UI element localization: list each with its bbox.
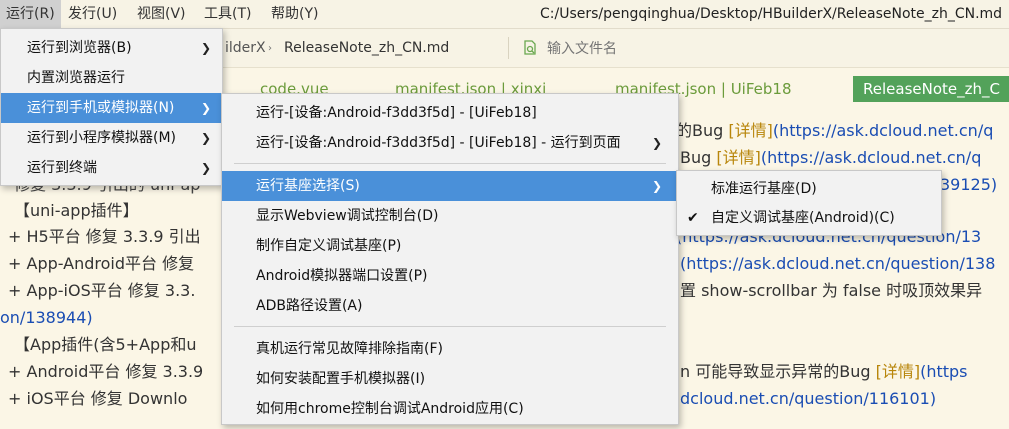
content-line-8: on/138944) (0, 308, 93, 327)
menu-item-troubleshoot-guide[interactable]: 真机运行常见故障排除指南(F) (222, 334, 678, 364)
menu-item-custom-debug-base[interactable]: ✔ 自定义调试基座(Android)(C) (677, 203, 941, 233)
breadcrumb-project[interactable]: ilderX (225, 29, 266, 67)
content-line-11-link: dcloud.net.cn/question/116101) (680, 389, 937, 408)
content-line-1: 的Bug [详情](https://ask.dcloud.net.cn/q (676, 121, 994, 140)
menu-bar: 运行(R) 发行(U) 视图(V) 工具(T) 帮助(Y) C:/Users/p… (0, 0, 1009, 29)
menu-item-run-device[interactable]: 运行到手机或模拟器(N) ❯ (1, 93, 222, 123)
device-submenu: 运行-[设备:Android-f3dd3f5d] - [UiFeb18] 运行-… (221, 93, 679, 425)
base-select-submenu: 标准运行基座(D) ✔ 自定义调试基座(Android)(C) (676, 170, 942, 236)
chevron-right-icon: ❯ (201, 41, 212, 55)
tab-releasenote[interactable]: ReleaseNote_zh_C (853, 76, 1009, 102)
menu-item-base-select[interactable]: 运行基座选择(S) ❯ (222, 171, 678, 201)
content-line-4: 【uni-app插件】 (14, 201, 139, 220)
chevron-right-icon: ❯ (201, 131, 212, 145)
content-line-2: Bug [详情](https://ask.dcloud.net.cn/q (680, 148, 982, 167)
menu-run[interactable]: 运行(R) (0, 0, 61, 28)
chevron-right-icon: ❯ (652, 136, 663, 150)
content-line-6-link: (https://ask.dcloud.net.cn/question/138 (680, 254, 996, 273)
content-line-11: + iOS平台 修复 Downlo (8, 389, 188, 408)
file-search-input[interactable] (545, 36, 849, 62)
menu-separator (234, 326, 666, 327)
menu-item-chrome-debug-guide[interactable]: 如何用chrome控制台调试Android应用(C) (222, 394, 678, 424)
content-line-7-tail: 置 show-scrollbar 为 false 时吸顶效果异 (680, 281, 983, 300)
chevron-right-icon: ❯ (201, 161, 212, 175)
breadcrumb-file[interactable]: ReleaseNote_zh_CN.md (284, 29, 449, 67)
chevron-right-icon: ❯ (201, 101, 212, 115)
menu-item-webview-console[interactable]: 显示Webview调试控制台(D) (222, 201, 678, 231)
chevron-right-icon: › (268, 43, 272, 54)
content-line-9: 【App插件(含5+App和u (14, 335, 197, 354)
file-search-icon (524, 40, 536, 55)
menu-item-emulator-install-guide[interactable]: 如何安装配置手机模拟器(I) (222, 364, 678, 394)
content-line-10-tail: n 可能导致显示异常的Bug [详情](https (680, 362, 968, 381)
menu-item-run-device-app[interactable]: 运行-[设备:Android-f3dd3f5d] - [UiFeb18] (222, 98, 678, 128)
content-line-7: + App-iOS平台 修复 3.3. (8, 281, 196, 300)
content-line-5: + H5平台 修复 3.3.9 引出 (8, 227, 201, 246)
menu-item-make-custom-base[interactable]: 制作自定义调试基座(P) (222, 231, 678, 261)
content-line-6: + App-Android平台 修复 (8, 254, 195, 273)
file-path-title: C:/Users/pengqinghua/Desktop/HBuilderX/R… (540, 6, 1003, 22)
menu-publish[interactable]: 发行(U) (62, 0, 123, 28)
menu-help[interactable]: 帮助(Y) (265, 0, 324, 28)
menu-item-emulator-port[interactable]: Android模拟器端口设置(P) (222, 261, 678, 291)
menu-item-builtin-browser[interactable]: 内置浏览器运行 (1, 63, 222, 93)
content-line-10: + Android平台 修复 3.3.9 (8, 362, 204, 381)
menu-item-run-device-page[interactable]: 运行-[设备:Android-f3dd3f5d] - [UiFeb18] - 运… (222, 128, 678, 158)
checkmark-icon: ✔ (687, 210, 699, 226)
menu-item-run-miniprogram[interactable]: 运行到小程序模拟器(M) ❯ (1, 123, 222, 153)
menu-item-run-terminal[interactable]: 运行到终端 ❯ (1, 153, 222, 183)
chevron-right-icon: ❯ (652, 179, 663, 193)
menu-tools[interactable]: 工具(T) (198, 0, 257, 28)
menu-separator (234, 163, 666, 164)
run-menu: 运行到浏览器(B) ❯ 内置浏览器运行 运行到手机或模拟器(N) ❯ 运行到小程序模… (0, 28, 223, 186)
divider (508, 37, 509, 59)
menu-item-run-browser[interactable]: 运行到浏览器(B) ❯ (1, 33, 222, 63)
menu-item-adb-path[interactable]: ADB路径设置(A) (222, 291, 678, 321)
menu-view[interactable]: 视图(V) (131, 0, 192, 28)
content-line-3-tail: 39125) (940, 175, 998, 194)
menu-item-standard-base[interactable]: 标准运行基座(D) (677, 174, 941, 204)
